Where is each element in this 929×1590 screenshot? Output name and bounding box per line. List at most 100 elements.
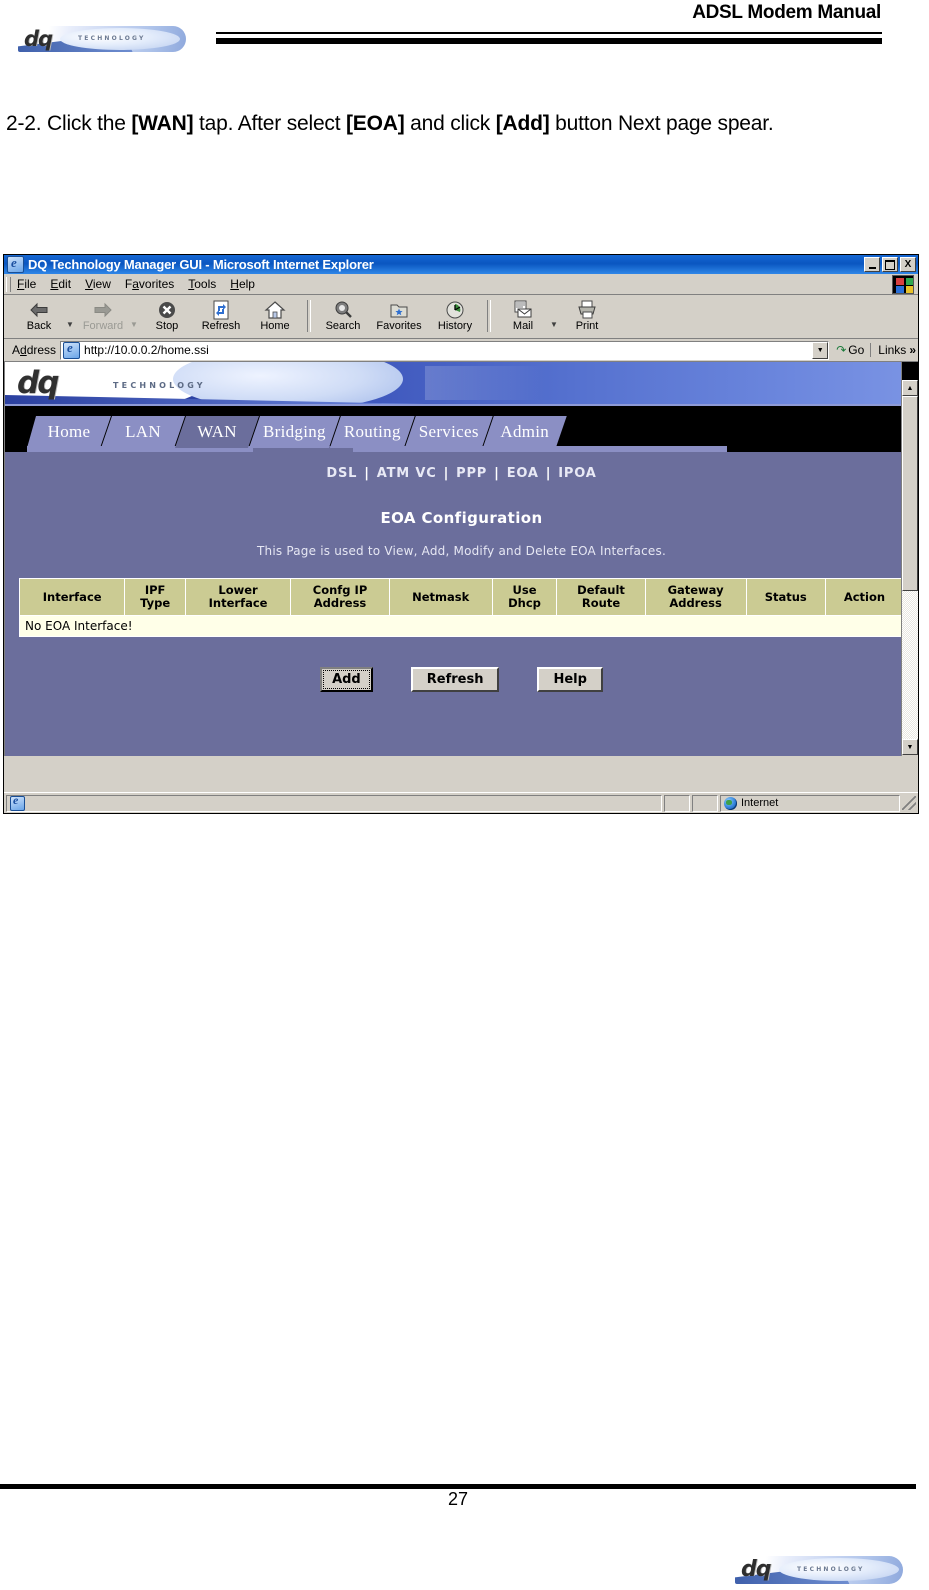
table-head: Interface IPF Type Lower Interface Confg…: [18, 578, 905, 616]
instruction-seg-0: 2-2. Click the: [6, 112, 132, 135]
resize-grip-icon[interactable]: [902, 796, 916, 810]
footer-dq-logo: dq TECHNOLOGY: [735, 1556, 903, 1584]
col-default-route: Default Route: [556, 578, 646, 616]
nav-tab-lan-label: LAN: [125, 422, 161, 441]
col-lower-interface: Lower Interface: [184, 578, 292, 616]
menu-item-help[interactable]: Help: [223, 275, 262, 293]
toolbar-label-search: Search: [325, 320, 361, 332]
toolbar-button-refresh[interactable]: Refresh: [194, 297, 248, 332]
table-body: No EOA Interface!: [19, 615, 904, 637]
address-input[interactable]: http://10.0.0.2/home.ssi ▼: [60, 340, 830, 360]
subnav-link-dsl[interactable]: DSL: [323, 466, 360, 481]
toolbar-label-favorites: Favorites: [376, 320, 422, 332]
browser-addressbar: Address http://10.0.0.2/home.ssi ▼ ↷ Go …: [4, 339, 918, 362]
toolbar-separator-2: [487, 300, 491, 332]
back-dropdown-caret-icon[interactable]: ▼: [66, 320, 76, 329]
menu-item-edit[interactable]: Edit: [43, 275, 78, 293]
menu-item-tools[interactable]: Tools: [181, 275, 223, 293]
nav-tabs: Home LAN WAN Bridging Routing Services A…: [27, 416, 557, 448]
menu-item-view[interactable]: View: [78, 275, 118, 293]
subnav-link-ppp[interactable]: PPP: [453, 466, 490, 481]
eoa-interface-table: Interface IPF Type Lower Interface Confg…: [18, 578, 905, 637]
col-status: Status: [745, 578, 826, 616]
security-zone-text: Internet: [741, 797, 779, 809]
address-dropdown-button[interactable]: ▼: [812, 341, 829, 359]
nav-tab-routing[interactable]: Routing: [330, 416, 415, 448]
mail-icon: [512, 298, 534, 321]
minimize-button[interactable]: [864, 257, 880, 272]
logo-wordmark: dq: [24, 27, 53, 51]
menu-item-favorites[interactable]: Favorites: [118, 275, 181, 293]
instruction-seg-4: and click: [404, 112, 496, 135]
menu-tools-rest: ools: [194, 277, 217, 291]
col-ipf-type: IPF Type: [124, 578, 186, 616]
toolbar-button-forward[interactable]: Forward: [76, 297, 130, 332]
close-button[interactable]: X: [900, 257, 916, 272]
maximize-icon: [885, 259, 895, 270]
subnav-link-atmvc[interactable]: ATM VC: [374, 466, 440, 481]
scrollbar-thumb[interactable]: [902, 396, 918, 591]
form-button-row: Add Refresh Help: [5, 667, 918, 692]
toolbar-button-search[interactable]: Search: [316, 297, 370, 332]
security-zone-pane: Internet: [720, 794, 900, 812]
nav-tab-home-label: Home: [47, 422, 91, 441]
instruction-seg-1: [WAN]: [131, 112, 194, 135]
nav-tab-admin[interactable]: Admin: [483, 416, 567, 448]
toolbar-button-stop[interactable]: Stop: [140, 297, 194, 332]
dq-technology-logo: dq TECHNOLOGY: [18, 26, 186, 52]
toolbar-button-print[interactable]: Print: [560, 297, 614, 332]
browser-statusbar: Internet: [4, 792, 918, 813]
webpage-viewport: dq TECHNOLOGY Home LAN WAN Bridging Rout…: [4, 362, 918, 756]
toolbar-button-favorites[interactable]: Favorites: [370, 297, 428, 332]
browser-window: DQ Technology Manager GUI - Microsoft In…: [3, 254, 919, 814]
nav-tab-bridging[interactable]: Bridging: [249, 416, 340, 448]
toolbar-button-back[interactable]: Back: [12, 297, 66, 332]
go-button[interactable]: ↷ Go: [836, 343, 864, 357]
toolbar-button-home[interactable]: Home: [248, 297, 302, 332]
toolbar-label-back: Back: [26, 320, 52, 332]
subnav-link-ipoa[interactable]: IPOA: [555, 466, 599, 481]
nav-tab-services[interactable]: Services: [405, 416, 493, 448]
footer-logo-wordmark: dq: [741, 1557, 771, 1582]
col-use-dhcp: Use Dhcp: [491, 578, 558, 616]
refresh-button[interactable]: Refresh: [410, 667, 500, 692]
forward-dropdown-caret-icon[interactable]: ▼: [130, 320, 140, 329]
favorites-folder-icon: [389, 298, 409, 321]
toolbar-button-mail[interactable]: Mail: [496, 297, 550, 332]
header-rule-thick: [216, 38, 882, 44]
links-button[interactable]: Links »: [870, 343, 916, 357]
page-description: This Page is used to View, Add, Modify a…: [257, 544, 666, 558]
mail-dropdown-caret-icon[interactable]: ▼: [550, 320, 560, 329]
minimize-icon: [868, 266, 876, 269]
document-header: ADSL Modem Manual dq TECHNOLOGY: [0, 0, 929, 58]
subnav-link-eoa[interactable]: EOA: [504, 466, 542, 481]
site-banner: dq TECHNOLOGY: [5, 362, 918, 406]
subnav-sep-2: |: [443, 466, 450, 481]
col-interface: Interface: [18, 578, 126, 616]
browser-toolbar: Back ▼ Forward ▼ Stop Refresh Home Searc…: [4, 295, 918, 339]
browser-titlebar: DQ Technology Manager GUI - Microsoft In…: [4, 255, 918, 274]
menu-item-file[interactable]: File: [10, 275, 43, 293]
subnav-sep-1: |: [364, 466, 370, 481]
scroll-up-button[interactable]: ▲: [902, 380, 918, 396]
add-button[interactable]: Add: [320, 667, 373, 692]
toolbar-label-history: History: [437, 320, 473, 332]
nav-tab-wan[interactable]: WAN: [175, 416, 259, 448]
col-gateway-address: Gateway Address: [644, 578, 747, 616]
maximize-button[interactable]: [882, 257, 898, 272]
vertical-scrollbar[interactable]: ▲ ▼: [901, 362, 918, 756]
instruction-seg-5: [Add]: [495, 112, 550, 135]
subnav-sep-4: |: [545, 466, 552, 481]
nav-tab-lan[interactable]: LAN: [101, 416, 185, 448]
help-button[interactable]: Help: [537, 667, 603, 692]
menu-file-rest: ile: [24, 277, 37, 291]
go-arrow-icon: ↷: [836, 343, 847, 357]
scroll-down-button[interactable]: ▼: [902, 739, 918, 755]
nav-tab-home[interactable]: Home: [27, 416, 111, 448]
logo-subtext: TECHNOLOGY: [78, 35, 146, 42]
stop-icon: [157, 298, 177, 321]
refresh-icon: [212, 298, 230, 321]
main-navigation: Home LAN WAN Bridging Routing Services A…: [5, 406, 918, 452]
toolbar-button-history[interactable]: History: [428, 297, 482, 332]
printer-icon: [576, 298, 598, 321]
